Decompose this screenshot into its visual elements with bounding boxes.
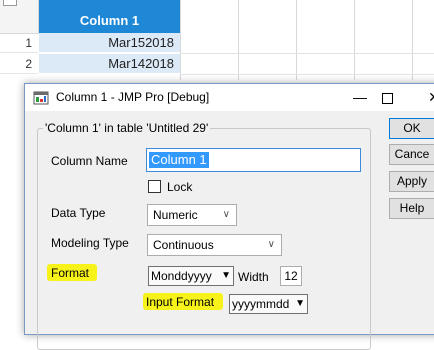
format-value: Monddyyyy <box>151 269 212 283</box>
title-bar[interactable]: Column 1 - JMP Pro [Debug] — ✕ <box>25 84 434 111</box>
table-cell[interactable]: Mar142018 <box>39 54 180 74</box>
table-corner[interactable] <box>0 0 39 34</box>
group-label: 'Column 1' in table 'Untitled 29' <box>43 121 211 135</box>
format-select[interactable]: Monddyyyy ▼ <box>148 266 234 286</box>
jmp-app-icon <box>33 91 49 105</box>
input-format-select[interactable]: yyyymmdd ▼ <box>229 294 308 314</box>
column-name-input[interactable]: Column 1 <box>146 148 361 172</box>
column-name-label: Column Name <box>51 154 128 168</box>
dropdown-arrow-icon: ▼ <box>221 270 231 281</box>
row-number[interactable]: 1 <box>0 33 38 53</box>
grid-line <box>354 0 355 80</box>
close-icon[interactable]: ✕ <box>423 87 434 107</box>
grid-line <box>412 0 413 80</box>
lock-checkbox[interactable] <box>148 180 161 193</box>
modeling-type-select[interactable]: Continuous ∨ <box>147 234 282 256</box>
dialog-title: Column 1 - JMP Pro [Debug] <box>56 90 210 104</box>
dropdown-arrow-icon: ▼ <box>295 298 305 309</box>
column-name-value: Column 1 <box>149 152 209 168</box>
chevron-down-icon: ∨ <box>267 239 275 250</box>
width-input[interactable]: 12 <box>280 266 302 286</box>
grid-line <box>296 0 297 80</box>
grid-line <box>180 0 181 80</box>
grid-line <box>180 53 434 54</box>
grid-line <box>238 0 239 80</box>
chevron-down-icon: ∨ <box>222 209 230 220</box>
input-format-value: yyyymmdd <box>232 297 290 311</box>
input-format-label: Input Format <box>146 295 215 309</box>
column-header[interactable]: Column 1 <box>39 0 180 33</box>
ok-button[interactable]: OK <box>389 118 434 139</box>
table-cell[interactable]: Mar152018 <box>39 33 180 53</box>
minimize-icon[interactable]: — <box>349 87 371 107</box>
apply-button[interactable]: Apply <box>389 171 434 192</box>
modeling-type-value: Continuous <box>153 238 214 252</box>
help-button[interactable]: Help <box>389 198 434 219</box>
data-type-select[interactable]: Numeric ∨ <box>147 204 237 226</box>
cancel-button[interactable]: Cance <box>389 144 434 165</box>
row-number[interactable]: 2 <box>0 54 38 74</box>
data-type-value: Numeric <box>153 208 198 222</box>
lock-label: Lock <box>167 180 193 194</box>
corner-triangle-icon <box>3 0 17 6</box>
format-label: Format <box>51 266 90 280</box>
grid-line <box>180 74 434 75</box>
data-type-label: Data Type <box>51 206 106 220</box>
maximize-icon[interactable] <box>376 87 398 107</box>
width-label: Width <box>238 270 269 284</box>
column-info-dialog: Column 1 - JMP Pro [Debug] — ✕ 'Column 1… <box>24 83 434 350</box>
modeling-type-label: Modeling Type <box>51 236 129 250</box>
